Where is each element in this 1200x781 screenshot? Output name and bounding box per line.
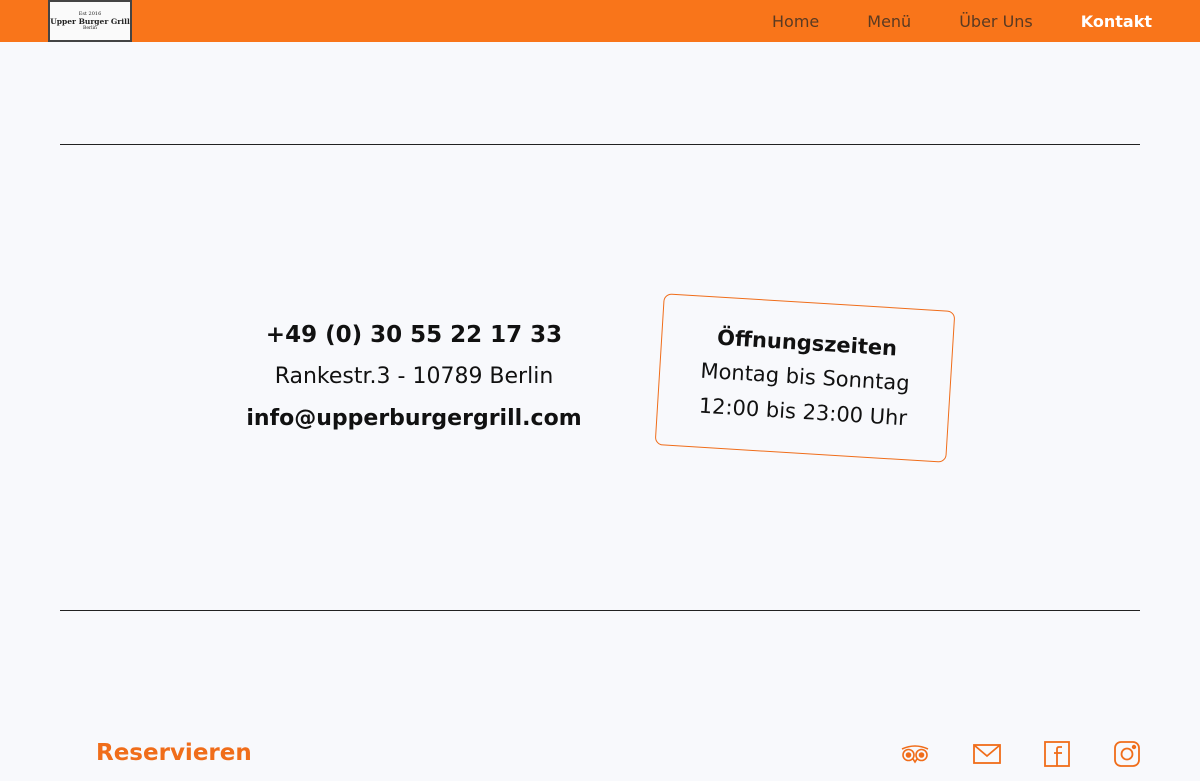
email-link[interactable]: info@upperburgergrill.com [214,398,614,440]
nav-home[interactable]: Home [772,12,819,31]
nav-about[interactable]: Über Uns [959,12,1033,31]
opening-hours-card: Öffnungszeiten Montag bis Sonntag 12:00 … [654,293,956,463]
phone-link[interactable]: +49 (0) 30 55 22 17 33 [214,314,614,356]
logo-name: Upper Burger Grill [50,16,130,26]
top-navbar: Est 2016 Upper Burger Grill Berlin Home … [0,0,1200,42]
address-text: Rankestr.3 - 10789 Berlin [274,364,554,389]
logo[interactable]: Est 2016 Upper Burger Grill Berlin [48,0,132,42]
facebook-icon[interactable] [1041,740,1073,768]
mail-icon[interactable] [971,740,1003,768]
instagram-icon[interactable] [1111,740,1143,768]
contact-info: +49 (0) 30 55 22 17 33 Rankestr.3 - 1078… [214,314,614,440]
reserve-button[interactable]: Reservieren [96,740,252,766]
tripadvisor-icon[interactable] [899,740,931,768]
main-nav: Home Menü Über Uns Kontakt [772,0,1152,42]
bottom-divider [60,610,1140,611]
nav-contact[interactable]: Kontakt [1081,12,1152,31]
top-divider [60,144,1140,145]
nav-menu[interactable]: Menü [867,12,911,31]
logo-city: Berlin [83,25,97,31]
